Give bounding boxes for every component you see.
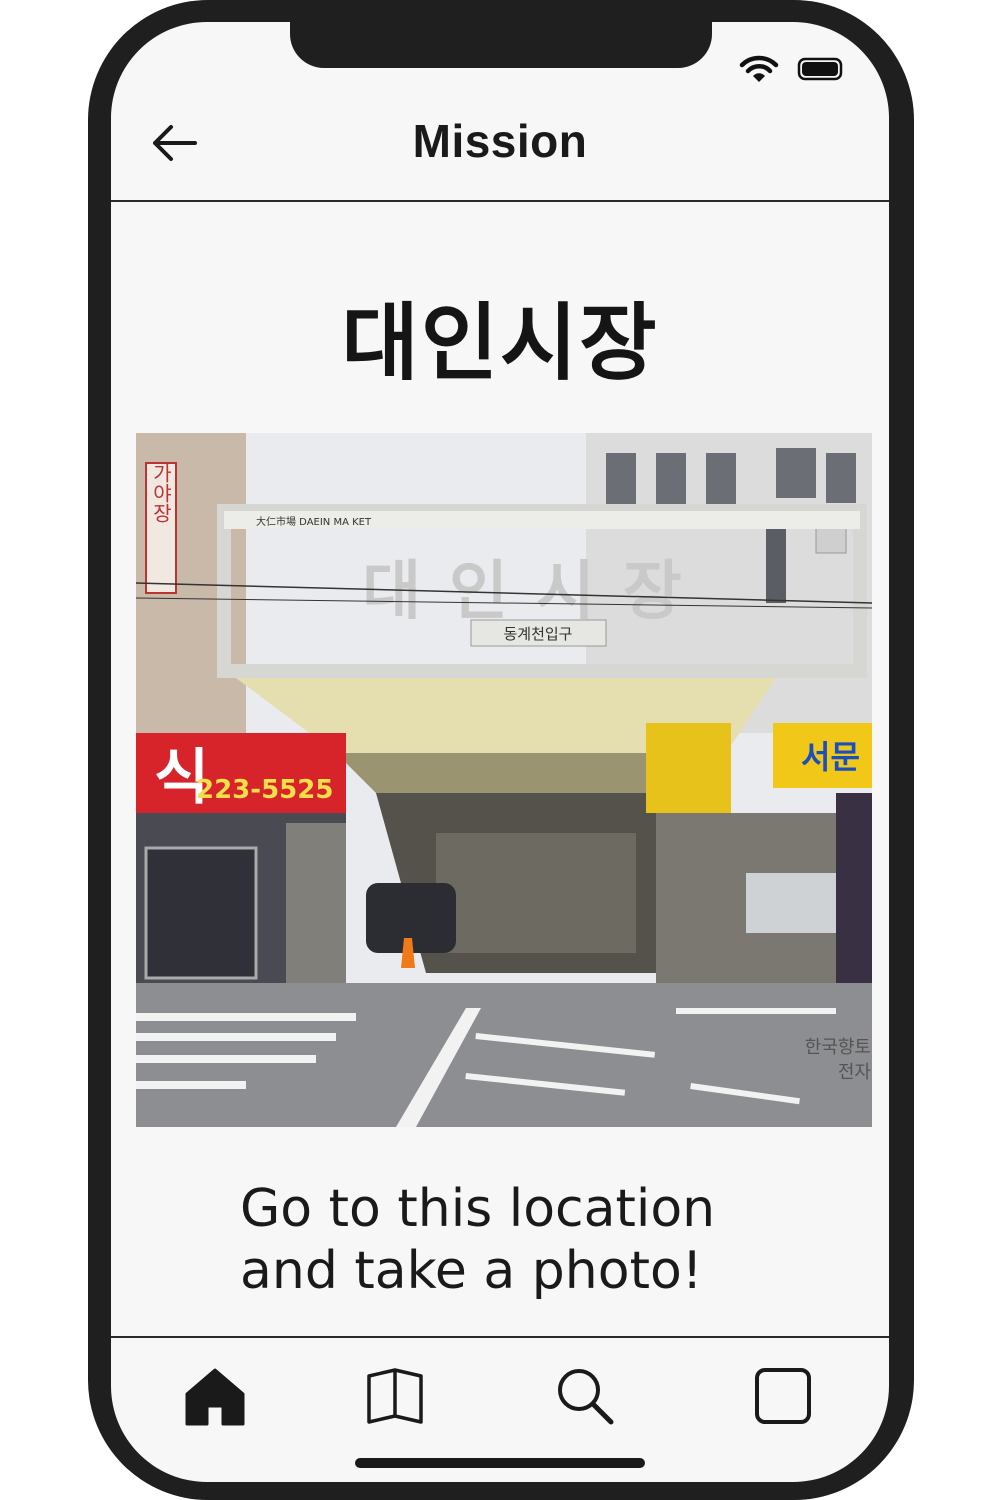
square-icon (751, 1368, 815, 1432)
status-bar (739, 54, 845, 89)
page-title: Mission (412, 115, 588, 167)
right-shop-text: 서문 (801, 738, 860, 776)
search-icon (553, 1369, 617, 1432)
tab-square[interactable] (751, 1364, 815, 1428)
wifi-icon (739, 54, 779, 89)
sign-large-text: 대인시장 (362, 555, 710, 629)
location-name: 대인시장 (341, 294, 659, 392)
battery-icon (797, 56, 845, 87)
tab-book[interactable] (363, 1364, 427, 1428)
tab-home[interactable] (183, 1364, 247, 1428)
left-shop-phone: 223-5525 (196, 775, 333, 805)
notch (290, 0, 712, 68)
instruction-line-2: and take a photo! (240, 1241, 703, 1301)
watermark-line1: 한국향토 (805, 1037, 871, 1058)
sign-small-text: 大仁市場 DAEIN MA KET (256, 515, 372, 528)
entrance-label: 동계천입구 (503, 625, 572, 643)
tab-bar (111, 1338, 889, 1458)
tab-search[interactable] (553, 1364, 617, 1428)
watermark-line2: 전자 (838, 1062, 872, 1083)
instruction-line-1: Go to this location (240, 1179, 716, 1239)
left-vertical-sign: 가야장 (149, 463, 173, 523)
home-icon (183, 1368, 247, 1432)
header-divider (111, 200, 889, 202)
location-photo: 가야장 大仁市場 DAEIN MA KET 대인시장 동계천입구 식 223-5… (136, 433, 872, 1127)
mission-instruction: Go to this location and take a photo! (240, 1178, 715, 1302)
nav-header: Mission (111, 88, 889, 200)
home-indicator (355, 1458, 645, 1468)
book-icon (363, 1368, 427, 1432)
